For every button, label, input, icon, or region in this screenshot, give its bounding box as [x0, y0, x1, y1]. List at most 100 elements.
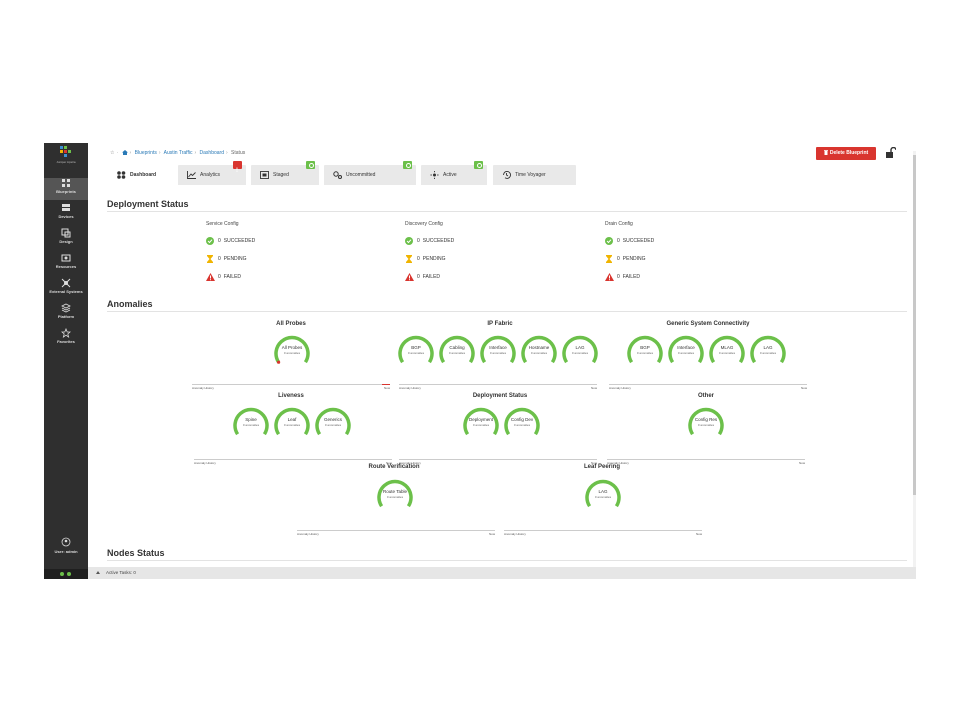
tab-uncommitted[interactable]: Uncommitted	[324, 161, 416, 185]
pending-row[interactable]: 0 PENDING	[405, 255, 555, 273]
pending-label: PENDING	[622, 256, 646, 262]
history-now-label: Now	[695, 532, 702, 536]
warning-triangle-icon	[605, 273, 614, 281]
anomaly-history-bar[interactable]: Anomaly History Now	[609, 384, 807, 390]
active-icon	[430, 171, 439, 179]
gauge-anomaly-count: 0 anomalies	[594, 495, 612, 499]
scrollbar-thumb[interactable]	[913, 155, 916, 495]
anomaly-gauge[interactable]: LAG 0 anomalies	[585, 477, 621, 513]
history-now-label: Now	[383, 386, 390, 390]
gauge-label: Config Res	[694, 417, 718, 422]
failed-row[interactable]: 0 FAILED	[206, 273, 356, 291]
platform-icon	[61, 303, 71, 313]
sidebar-item-platform[interactable]: Platform	[44, 303, 88, 325]
anomaly-gauge[interactable]: Interface 0 anomalies	[668, 333, 704, 369]
tab-dashboard[interactable]: Dashboard	[108, 165, 172, 185]
breadcrumb: ☆ · › Blueprints › Austin Traffic › Dashboa…	[110, 150, 246, 156]
tab-time-voyager[interactable]: Time Voyager	[493, 165, 576, 185]
anomaly-history-bar[interactable]: Anomaly History Now	[192, 384, 390, 390]
succeeded-label: SUCCEEDED	[622, 238, 655, 244]
failed-row[interactable]: 0 FAILED	[605, 273, 755, 291]
anomaly-gauge[interactable]: BGP 0 anomalies	[627, 333, 663, 369]
sidebar-item-design[interactable]: Design	[44, 228, 88, 250]
gauge-label: Deployment	[468, 417, 493, 422]
check-circle-icon	[405, 237, 413, 245]
sidebar-item-blueprints[interactable]: Blueprints	[44, 178, 88, 200]
history-axis	[607, 459, 805, 460]
status-badge-icon	[403, 161, 412, 169]
home-icon[interactable]	[121, 150, 128, 155]
anomaly-gauge[interactable]: Deployment 0 anomalies	[463, 405, 499, 441]
unlock-icon[interactable]	[886, 147, 896, 158]
gauge-anomaly-count: 0 anomalies	[472, 423, 490, 427]
anomaly-history-bar[interactable]: Anomaly History Now	[399, 384, 597, 390]
tab-label: Staged	[273, 172, 289, 178]
failed-row[interactable]: 0 FAILED	[405, 273, 555, 291]
anomaly-gauge[interactable]: All Probes 0 anomalies	[274, 333, 310, 369]
anomaly-gauge[interactable]: MLAG 0 anomalies	[709, 333, 745, 369]
gauge-label: MLAG	[720, 345, 734, 350]
anomaly-history-bar[interactable]: Anomaly History Now	[504, 530, 702, 536]
user-icon	[61, 537, 71, 547]
gauge-anomaly-count: 0 anomalies	[489, 351, 507, 355]
gauge-anomaly-count: 0 anomalies	[448, 351, 466, 355]
anomaly-gauge[interactable]: Interface 0 anomalies	[480, 333, 516, 369]
gauge-label: Cabling	[449, 345, 465, 350]
succeeded-count: 0	[617, 238, 620, 244]
sidebar-item-external-systems[interactable]: External Systems	[44, 278, 88, 300]
anomaly-gauge[interactable]: Hostname 0 anomalies	[521, 333, 557, 369]
tab-analytics[interactable]: Analytics	[178, 161, 246, 185]
deployment-column-title: Service Config	[206, 221, 239, 227]
active-tasks-label: Active Tasks: 0	[106, 570, 136, 575]
favorite-star-icon[interactable]: ☆	[110, 150, 114, 156]
check-circle-icon	[206, 237, 214, 245]
section-divider	[107, 211, 907, 212]
status-badge-icon	[474, 161, 483, 169]
anomaly-gauge[interactable]: Generics 0 anomalies	[315, 405, 351, 441]
breadcrumb-blueprints[interactable]: Blueprints	[135, 150, 157, 156]
anomaly-history-bar[interactable]: Anomaly History Now	[297, 530, 495, 536]
trash-icon	[823, 150, 828, 155]
succeeded-row[interactable]: 0 SUCCEEDED	[605, 237, 755, 255]
breadcrumb-dashboard[interactable]: Dashboard	[200, 150, 224, 156]
pending-row[interactable]: 0 PENDING	[605, 255, 755, 273]
anomaly-gauge[interactable]: Config Dev 0 anomalies	[504, 405, 540, 441]
pending-count: 0	[417, 256, 420, 262]
anomaly-gauge[interactable]: BGP 0 anomalies	[398, 333, 434, 369]
succeeded-row[interactable]: 0 SUCCEEDED	[206, 237, 356, 255]
tab-staged[interactable]: Staged	[251, 161, 319, 185]
pending-row[interactable]: 0 PENDING	[206, 255, 356, 273]
hourglass-icon	[406, 255, 412, 263]
sidebar-item-favorites[interactable]: Favorites	[44, 328, 88, 350]
active-tasks-bar[interactable]: Active Tasks: 0	[88, 567, 916, 579]
status-dot	[67, 572, 71, 576]
anomaly-gauge[interactable]: Config Res 0 anomalies	[688, 405, 724, 441]
status-dot	[60, 572, 64, 576]
breadcrumb-blueprint[interactable]: Austin Traffic	[164, 150, 193, 156]
delete-blueprint-button[interactable]: Delete Blueprint	[816, 147, 876, 160]
sidebar-item-label: Platform	[57, 314, 75, 319]
sidebar-item-label: Design	[59, 239, 73, 244]
tab-active[interactable]: Active	[421, 161, 487, 185]
brand-name: Juniper Apstra	[56, 160, 76, 164]
anomaly-gauge[interactable]: Route Table 0 anomalies	[377, 477, 413, 513]
brand: Juniper Apstra	[44, 146, 88, 164]
anomaly-gauge[interactable]: Cabling 0 anomalies	[439, 333, 475, 369]
anomaly-gauge[interactable]: Spine 0 anomalies	[233, 405, 269, 441]
sidebar-item-resources[interactable]: Resources	[44, 253, 88, 275]
succeeded-row[interactable]: 0 SUCCEEDED	[405, 237, 555, 255]
anomaly-gauge[interactable]: LAG 0 anomalies	[750, 333, 786, 369]
failed-label: FAILED	[223, 274, 242, 280]
connection-status	[44, 569, 88, 579]
succeeded-count: 0	[218, 238, 221, 244]
tab-label: Time Voyager	[515, 172, 546, 178]
sidebar-item-label: Devices	[58, 214, 74, 219]
anomaly-gauge[interactable]: LAG 0 anomalies	[562, 333, 598, 369]
anomaly-gauge[interactable]: Leaf 0 anomalies	[274, 405, 310, 441]
user-menu[interactable]: User: admin	[44, 537, 88, 554]
hourglass-icon	[606, 255, 612, 263]
sidebar-item-devices[interactable]: Devices	[44, 203, 88, 225]
devices-icon	[62, 204, 70, 211]
gauge-label: All Probes	[281, 345, 303, 350]
tab-label: Analytics	[200, 172, 221, 178]
